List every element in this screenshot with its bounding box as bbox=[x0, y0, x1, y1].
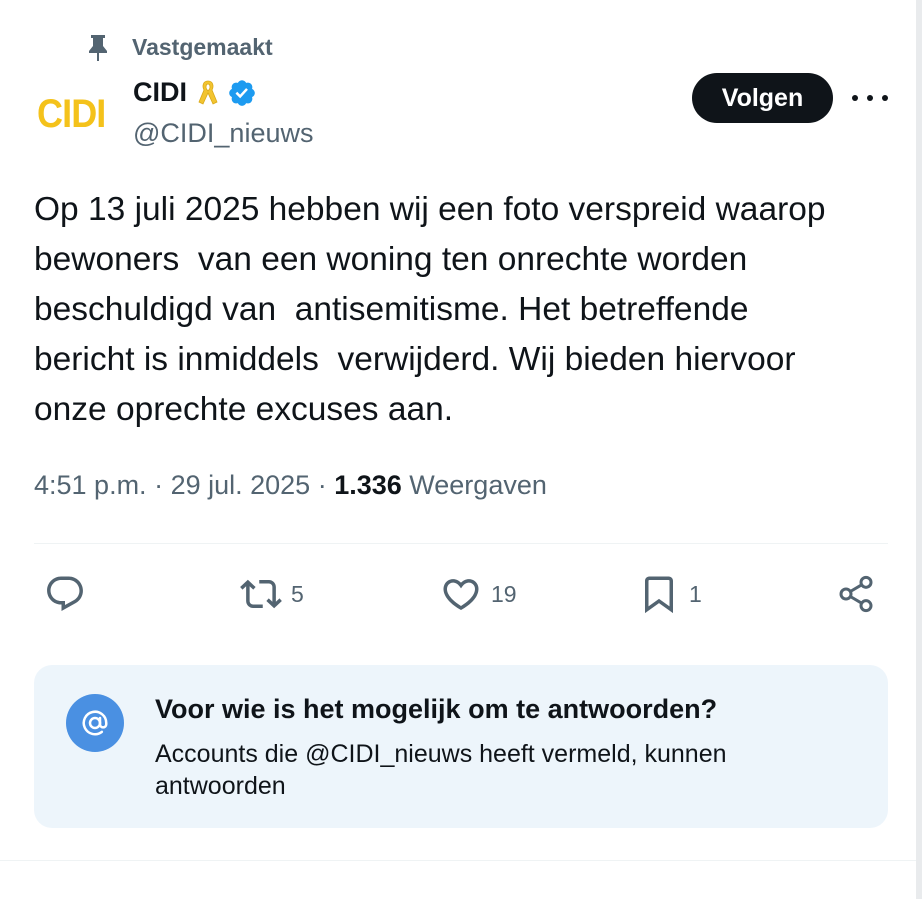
bookmark-count: 1 bbox=[689, 580, 702, 607]
tweet-date[interactable]: 29 jul. 2025 bbox=[171, 470, 311, 500]
yellow-ribbon-icon bbox=[198, 80, 218, 105]
views-count: 1.336 bbox=[334, 470, 402, 500]
tweet-line: bericht is inmiddels verwijderd. Wij bie… bbox=[34, 341, 796, 378]
dot bbox=[882, 95, 888, 101]
like-button[interactable]: 19 bbox=[440, 570, 517, 618]
dot bbox=[852, 95, 858, 101]
reply-button[interactable] bbox=[44, 570, 86, 618]
views-label: Weergaven bbox=[409, 470, 547, 500]
like-count: 19 bbox=[491, 580, 517, 607]
follow-button[interactable]: Volgen bbox=[692, 73, 833, 123]
screen-edge bbox=[916, 0, 922, 899]
reply-restriction-title: Voor wie is het mogelijk om te antwoorde… bbox=[155, 694, 718, 724]
avatar[interactable]: CIDI bbox=[37, 88, 115, 140]
share-icon bbox=[839, 575, 873, 613]
author-name-row: CIDI bbox=[133, 77, 257, 108]
bookmark-icon bbox=[645, 576, 673, 614]
repost-button[interactable]: 5 bbox=[240, 570, 304, 618]
divider bbox=[34, 543, 888, 544]
pin-icon bbox=[89, 35, 107, 61]
tweet-line: beschuldigd van antisemitisme. Het betre… bbox=[34, 291, 749, 328]
repost-icon bbox=[240, 579, 282, 609]
tweet-line: Op 13 juli 2025 hebben wij een foto vers… bbox=[34, 191, 826, 228]
at-icon bbox=[66, 694, 124, 752]
more-options-icon[interactable] bbox=[852, 89, 888, 107]
at-symbol-icon bbox=[82, 710, 108, 736]
tweet-meta: 4:51 p.m. · 29 jul. 2025 · 1.336 Weergav… bbox=[34, 470, 547, 501]
display-name[interactable]: CIDI bbox=[133, 77, 187, 108]
pinned-label: Vastgemaakt bbox=[132, 33, 273, 60]
tweet-time[interactable]: 4:51 p.m. bbox=[34, 470, 147, 500]
reply-icon bbox=[47, 576, 83, 611]
tweet-line: bewoners van een woning ten onrechte wor… bbox=[34, 241, 748, 278]
divider bbox=[0, 860, 916, 861]
bookmark-button[interactable]: 1 bbox=[638, 570, 702, 618]
tweet-text: Op 13 juli 2025 hebben wij een foto vers… bbox=[34, 185, 894, 435]
pinned-indicator: Vastgemaakt bbox=[86, 33, 273, 61]
heart-icon bbox=[443, 579, 479, 611]
separator: · bbox=[310, 470, 335, 500]
reply-restriction-description: Accounts die @CIDI_nieuws heeft vermeld,… bbox=[155, 740, 727, 800]
separator: · bbox=[146, 470, 171, 500]
reply-restriction-notice: Voor wie is het mogelijk om te antwoorde… bbox=[34, 665, 888, 828]
user-handle[interactable]: @CIDI_nieuws bbox=[133, 118, 313, 149]
verified-badge-icon[interactable] bbox=[227, 78, 257, 108]
tweet-line: onze oprechte excuses aan. bbox=[34, 391, 454, 428]
share-button[interactable] bbox=[836, 570, 876, 618]
repost-count: 5 bbox=[291, 580, 304, 607]
cidi-logo: CIDI bbox=[37, 91, 106, 136]
dot bbox=[867, 95, 873, 101]
